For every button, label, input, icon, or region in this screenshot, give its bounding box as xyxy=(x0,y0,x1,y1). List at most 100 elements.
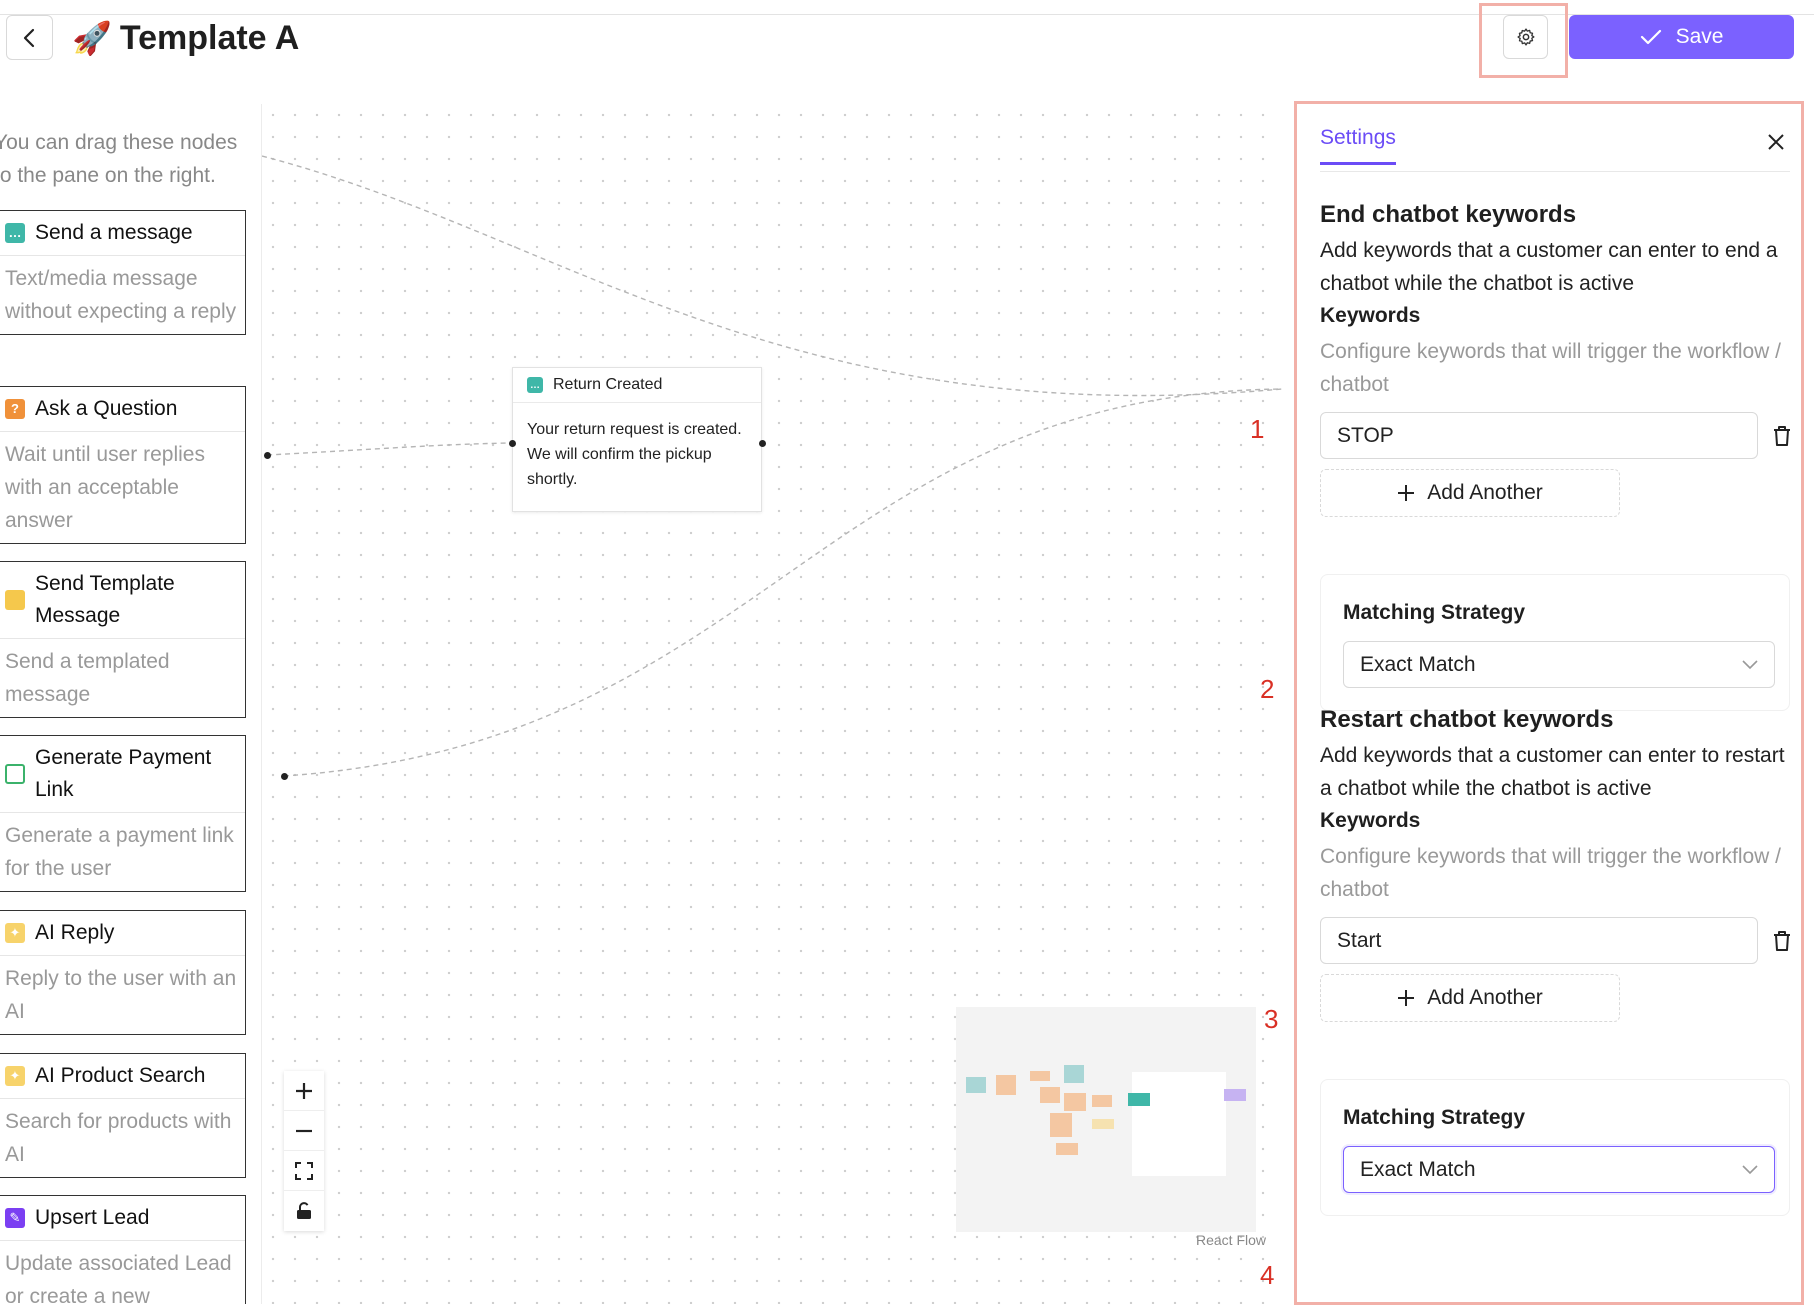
edge-handle[interactable] xyxy=(264,452,271,459)
palette-node-desc: Text/media message without expecting a r… xyxy=(5,267,237,323)
plus-icon xyxy=(1398,485,1415,501)
gear-icon xyxy=(1516,28,1534,46)
trash-icon xyxy=(1774,931,1790,951)
fit-view-icon xyxy=(295,1161,313,1180)
step-number: 3 xyxy=(1264,1004,1279,1034)
palette-node-label: Send Template Message xyxy=(35,572,175,627)
canvas-controls xyxy=(284,1071,324,1231)
palette-node-label: AI Reply xyxy=(35,921,115,944)
minimap[interactable] xyxy=(956,1007,1256,1232)
palette-node-label: Send a message xyxy=(35,221,193,244)
palette-node-label: AI Product Search xyxy=(35,1064,206,1087)
step-number: 2 xyxy=(1260,674,1275,704)
magic-wand-icon: ✦ xyxy=(5,923,25,943)
palette-node-label: Upsert Lead xyxy=(35,1206,150,1229)
palette-node-payment-link[interactable]: Generate Payment Link Generate a payment… xyxy=(0,735,246,892)
chat-icon: … xyxy=(5,223,25,243)
palette-node-desc: Generate a payment link for the user xyxy=(5,824,234,880)
plus-icon xyxy=(1398,990,1415,1006)
plus-icon xyxy=(296,1082,312,1099)
minimap-viewport xyxy=(1132,1072,1226,1176)
magic-wand-icon: ✦ xyxy=(5,1066,25,1086)
minimap-node xyxy=(1092,1119,1114,1129)
save-button-label: Save xyxy=(1675,25,1724,48)
restart-keywords-description: Add keywords that a customer can enter t… xyxy=(1320,744,1785,800)
rocket-icon: 🚀 xyxy=(72,20,112,56)
lock-button[interactable] xyxy=(284,1191,324,1231)
palette-hint: You can drag these nodes to the pane on … xyxy=(0,131,238,187)
matching-strategy-label: Matching Strategy xyxy=(1343,601,1526,624)
end-keywords-label: Keywords xyxy=(1320,304,1421,327)
tab-divider xyxy=(1320,171,1790,172)
restart-keyword-value: Start xyxy=(1337,928,1382,952)
zoom-in-button[interactable] xyxy=(284,1071,324,1111)
chevron-left-icon xyxy=(23,28,34,47)
edge-handle[interactable] xyxy=(281,773,288,780)
step-number: 1 xyxy=(1250,414,1265,444)
restart-keyword-input[interactable]: Start xyxy=(1320,917,1758,964)
question-icon: ? xyxy=(5,399,25,419)
minimap-node xyxy=(1092,1095,1112,1107)
trash-icon xyxy=(1774,426,1790,446)
template-icon xyxy=(5,590,25,610)
check-icon xyxy=(1640,29,1661,45)
node-input-handle[interactable] xyxy=(509,440,516,447)
minimap-node xyxy=(1050,1113,1072,1137)
delete-keyword-button[interactable] xyxy=(1768,927,1796,955)
end-keyword-input[interactable]: STOP xyxy=(1320,412,1758,459)
flow-node-body: Your return request is created. We will … xyxy=(527,421,742,488)
add-another-button[interactable]: Add Another xyxy=(1320,469,1620,517)
close-icon xyxy=(1768,134,1784,150)
palette-node-desc: Reply to the user with an AI xyxy=(5,967,237,1023)
minimap-node xyxy=(996,1075,1016,1095)
matching-strategy-select[interactable]: Exact Match xyxy=(1343,641,1775,688)
end-keyword-value: STOP xyxy=(1337,423,1394,447)
minimap-node xyxy=(1056,1143,1078,1155)
node-palette: You can drag these nodes to the pane on … xyxy=(0,104,262,1304)
restart-matching-strategy-card: Matching Strategy Exact Match xyxy=(1320,1079,1790,1216)
matching-strategy-value: Exact Match xyxy=(1360,1157,1476,1181)
end-keywords-help: Configure keywords that will trigger the… xyxy=(1320,340,1782,396)
card-icon xyxy=(5,764,25,784)
end-keywords-description: Add keywords that a customer can enter t… xyxy=(1320,239,1778,295)
flow-node-return-created[interactable]: … Return Created Your return request is … xyxy=(509,367,766,512)
matching-strategy-label: Matching Strategy xyxy=(1343,1106,1526,1129)
palette-node-desc: Search for products with AI xyxy=(5,1110,232,1166)
palette-node-send-message[interactable]: … Send a message Text/media message witho… xyxy=(0,210,246,335)
back-button[interactable] xyxy=(6,15,53,60)
matching-strategy-select[interactable]: Exact Match xyxy=(1343,1146,1775,1193)
add-another-label: Add Another xyxy=(1427,986,1543,1009)
fit-view-button[interactable] xyxy=(284,1151,324,1191)
palette-node-ai-product-search[interactable]: ✦ AI Product Search Search for products w… xyxy=(0,1053,246,1178)
settings-button[interactable] xyxy=(1503,15,1548,59)
minimap-node xyxy=(1064,1093,1086,1111)
close-button[interactable] xyxy=(1762,128,1790,156)
palette-node-desc: Update associated Lead or create a new xyxy=(5,1252,232,1304)
end-keywords-title: End chatbot keywords xyxy=(1320,201,1577,228)
save-button[interactable]: Save xyxy=(1569,15,1794,59)
palette-node-ai-reply[interactable]: ✦ AI Reply Reply to the user with an AI xyxy=(0,910,246,1035)
react-flow-attribution[interactable]: React Flow xyxy=(1196,1232,1266,1248)
palette-node-upsert-lead[interactable]: ✎ Upsert Lead Update associated Lead or c… xyxy=(0,1195,246,1304)
add-another-button[interactable]: Add Another xyxy=(1320,974,1620,1022)
page-title: 🚀 Template A xyxy=(72,14,299,62)
settings-panel: Settings End chatbot keywords Add keywor… xyxy=(1294,101,1804,1305)
chat-icon: … xyxy=(527,377,543,393)
step-number: 4 xyxy=(1260,1260,1275,1290)
add-another-label: Add Another xyxy=(1427,481,1543,504)
restart-keywords-help: Configure keywords that will trigger the… xyxy=(1320,845,1782,901)
minimap-node xyxy=(1064,1065,1084,1083)
flow-node-title: Return Created xyxy=(553,376,663,393)
minimap-node xyxy=(1128,1093,1150,1106)
tab-settings[interactable]: Settings xyxy=(1320,126,1396,165)
palette-node-send-template[interactable]: Send Template Message Send a templated m… xyxy=(0,561,246,718)
end-matching-strategy-card: Matching Strategy Exact Match xyxy=(1320,574,1790,711)
chevron-down-icon xyxy=(1742,1164,1758,1174)
edit-icon: ✎ xyxy=(5,1208,25,1228)
restart-keywords-label: Keywords xyxy=(1320,809,1421,832)
node-output-handle[interactable] xyxy=(759,440,766,447)
palette-node-ask-question[interactable]: ? Ask a Question Wait until user replies … xyxy=(0,386,246,544)
zoom-out-button[interactable] xyxy=(284,1111,324,1151)
delete-keyword-button[interactable] xyxy=(1768,422,1796,450)
unlock-icon xyxy=(297,1202,311,1219)
